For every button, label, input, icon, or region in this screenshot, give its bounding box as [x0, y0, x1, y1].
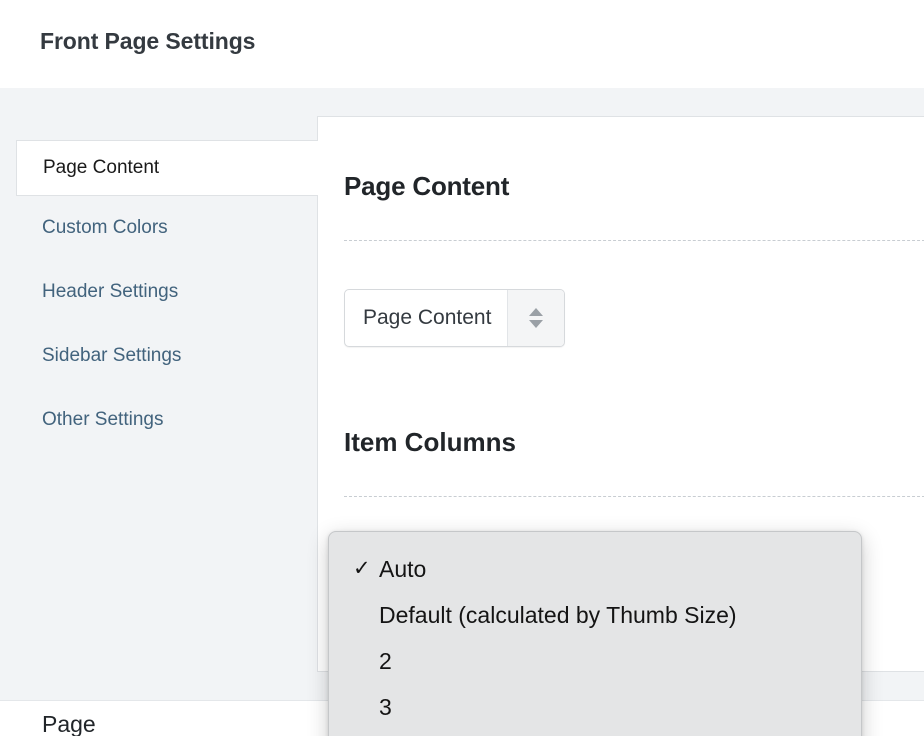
sidebar-item-label: Header Settings: [42, 281, 179, 302]
select-value: Page Content: [363, 306, 492, 329]
settings-tab-list: Page Content Custom Colors Header Settin…: [16, 140, 318, 452]
sidebar-item-other-settings[interactable]: Other Settings: [16, 388, 318, 452]
menu-option-label: 3: [379, 694, 392, 720]
menu-option-label: Default (calculated by Thumb Size): [379, 602, 737, 628]
page-content-select[interactable]: Page Content: [344, 289, 566, 347]
sidebar-item-sidebar-settings[interactable]: Sidebar Settings: [16, 324, 318, 388]
page-header: Front Page Settings: [0, 0, 924, 88]
section-divider-top: [344, 240, 924, 241]
section-divider-bottom: [344, 496, 924, 497]
menu-option-default[interactable]: Default (calculated by Thumb Size): [329, 592, 861, 638]
menu-option-auto[interactable]: ✓ Auto: [329, 546, 861, 592]
app-window: Front Page Settings Page Content Custom …: [0, 0, 924, 736]
sidebar-item-label: Sidebar Settings: [42, 345, 182, 366]
chevron-down-icon: [529, 320, 544, 328]
menu-option-label: Auto: [379, 556, 427, 582]
menu-option-4[interactable]: 4: [329, 730, 861, 736]
footer-label: Page: [42, 711, 96, 736]
settings-body: Page Content Custom Colors Header Settin…: [0, 88, 924, 736]
sidebar-item-page-content[interactable]: Page Content: [16, 140, 318, 196]
sidebar-item-custom-colors[interactable]: Custom Colors: [16, 196, 318, 260]
sidebar-item-label: Page Content: [43, 157, 160, 178]
panel-heading: Page Content: [344, 171, 510, 201]
menu-option-3[interactable]: 3: [329, 684, 861, 730]
item-columns-dropdown-menu[interactable]: ✓ Auto Default (calculated by Thumb Size…: [328, 531, 862, 736]
sidebar-item-label: Custom Colors: [42, 217, 168, 238]
sidebar-item-header-settings[interactable]: Header Settings: [16, 260, 318, 324]
menu-option-label: 2: [379, 648, 392, 674]
select-stepper[interactable]: [507, 290, 565, 346]
item-columns-label: Item Columns: [344, 427, 516, 457]
page-title: Front Page Settings: [40, 28, 256, 54]
menu-option-2[interactable]: 2: [329, 638, 861, 684]
checkmark-icon: ✓: [353, 557, 371, 580]
sidebar-item-label: Other Settings: [42, 409, 164, 430]
chevron-up-icon: [529, 308, 544, 316]
